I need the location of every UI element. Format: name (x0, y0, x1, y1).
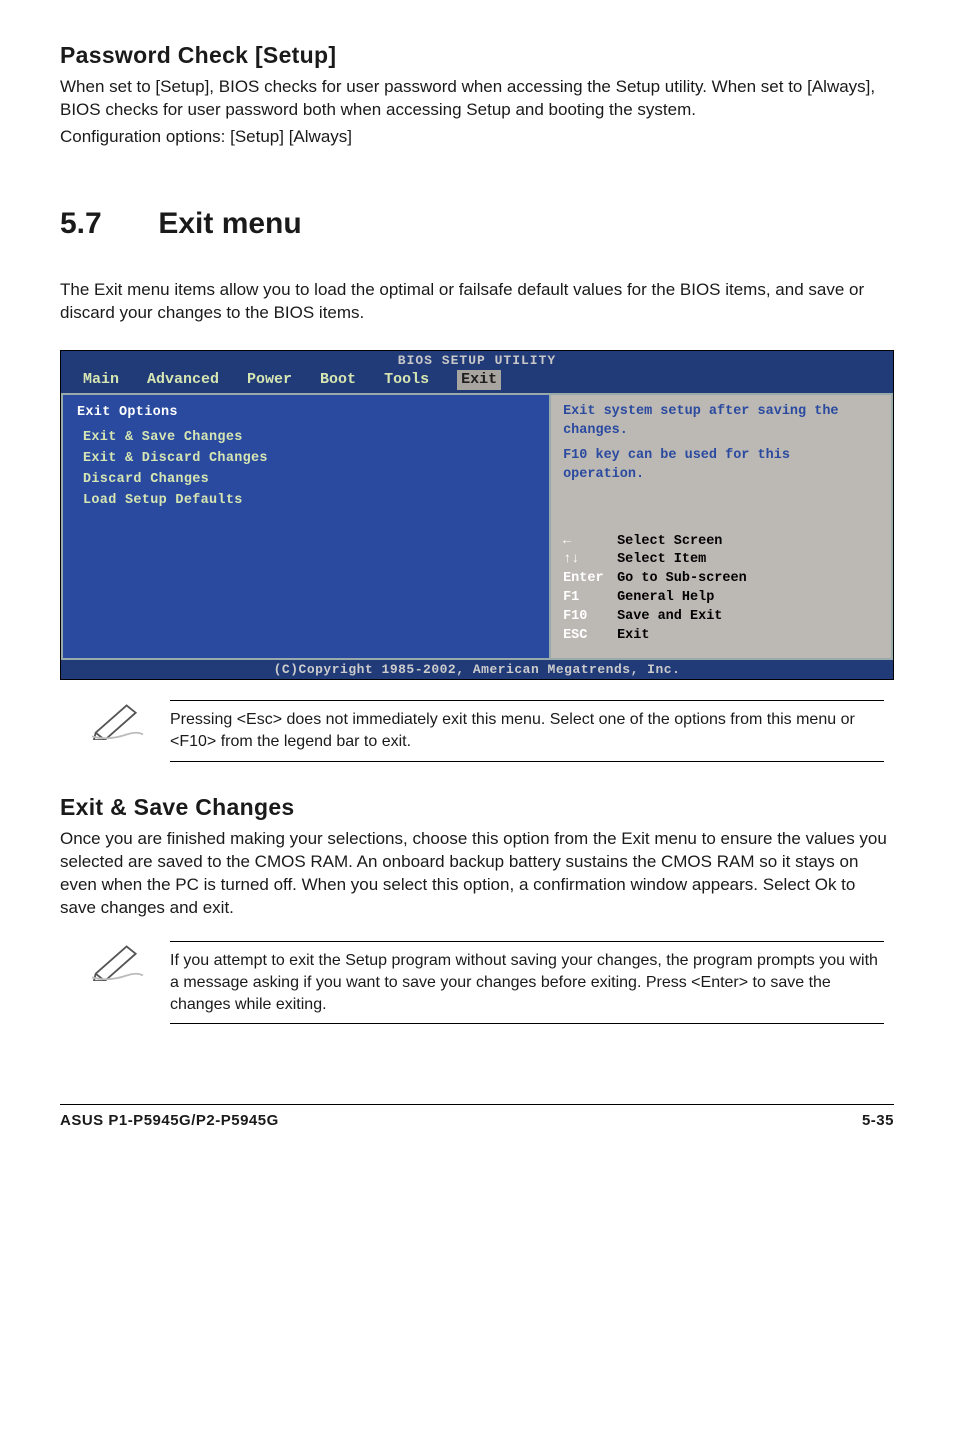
note-2-text: If you attempt to exit the Setup program… (170, 941, 884, 1024)
footer-product: ASUS P1-P5945G/P2-P5945G (60, 1111, 279, 1131)
pwd-check-heading: Password Check [Setup] (60, 40, 894, 71)
exit-save-heading: Exit & Save Changes (60, 792, 894, 823)
bios-help-text-2: F10 key can be used for this operation. (563, 447, 879, 485)
bios-utility-title: BIOS SETUP UTILITY (61, 351, 893, 370)
bios-left-pane: Exit Options Exit & Save Changes Exit & … (61, 393, 550, 660)
bios-tab-tools: Tools (384, 370, 429, 390)
bios-copyright: (C)Copyright 1985-2002, American Megatre… (61, 660, 893, 680)
bios-help-text-1: Exit system setup after saving the chang… (563, 403, 879, 441)
bios-item-exit-save: Exit & Save Changes (83, 428, 535, 449)
bios-legend-txt-1: Select Item (617, 552, 706, 567)
bios-exit-options-heading: Exit Options (77, 403, 535, 424)
bios-legend-txt-0: Select Screen (617, 534, 722, 549)
section-heading: 5.7 Exit menu (60, 204, 894, 245)
section-title: Exit menu (158, 207, 301, 240)
pwd-check-config: Configuration options: [Setup] [Always] (60, 126, 894, 149)
bios-legend-key-f10: F10 (563, 608, 617, 627)
bios-tab-main: Main (83, 370, 119, 390)
bios-legend-key-esc: ESC (563, 627, 617, 646)
bios-tab-exit: Exit (457, 370, 501, 390)
footer-page-number: 5-35 (862, 1111, 894, 1131)
note-block-2: If you attempt to exit the Setup program… (90, 941, 884, 1024)
bios-right-pane: Exit system setup after saving the chang… (550, 393, 893, 660)
bios-screenshot: BIOS SETUP UTILITY Main Advanced Power B… (60, 350, 894, 680)
exit-save-paragraph: Once you are finished making your select… (60, 828, 894, 920)
bios-tab-bar: Main Advanced Power Boot Tools Exit (61, 370, 893, 393)
note-block-1: Pressing <Esc> does not immediately exit… (90, 700, 884, 761)
bios-legend: ←Select Screen ↑↓Select Item EnterGo to … (563, 533, 879, 646)
bios-legend-key-updown: ↑↓ (563, 551, 617, 570)
bios-legend-key-left: ← (563, 533, 617, 552)
pencil-note-icon (90, 700, 145, 740)
page-footer: ASUS P1-P5945G/P2-P5945G 5-35 (60, 1104, 894, 1131)
bios-item-exit-discard: Exit & Discard Changes (83, 449, 535, 470)
bios-item-discard: Discard Changes (83, 470, 535, 491)
pwd-check-paragraph: When set to [Setup], BIOS checks for use… (60, 76, 894, 122)
bios-item-load-defaults: Load Setup Defaults (83, 491, 535, 512)
bios-legend-txt-3: General Help (617, 590, 714, 605)
note-1-text: Pressing <Esc> does not immediately exit… (170, 700, 884, 761)
bios-tab-boot: Boot (320, 370, 356, 390)
bios-legend-key-enter: Enter (563, 570, 617, 589)
bios-legend-txt-5: Exit (617, 628, 649, 643)
bios-legend-txt-2: Go to Sub-screen (617, 571, 747, 586)
section-number: 5.7 (60, 204, 150, 245)
bios-tab-advanced: Advanced (147, 370, 219, 390)
section-intro: The Exit menu items allow you to load th… (60, 279, 894, 325)
pencil-note-icon (90, 941, 145, 981)
bios-tab-power: Power (247, 370, 292, 390)
bios-legend-txt-4: Save and Exit (617, 609, 722, 624)
bios-legend-key-f1: F1 (563, 589, 617, 608)
